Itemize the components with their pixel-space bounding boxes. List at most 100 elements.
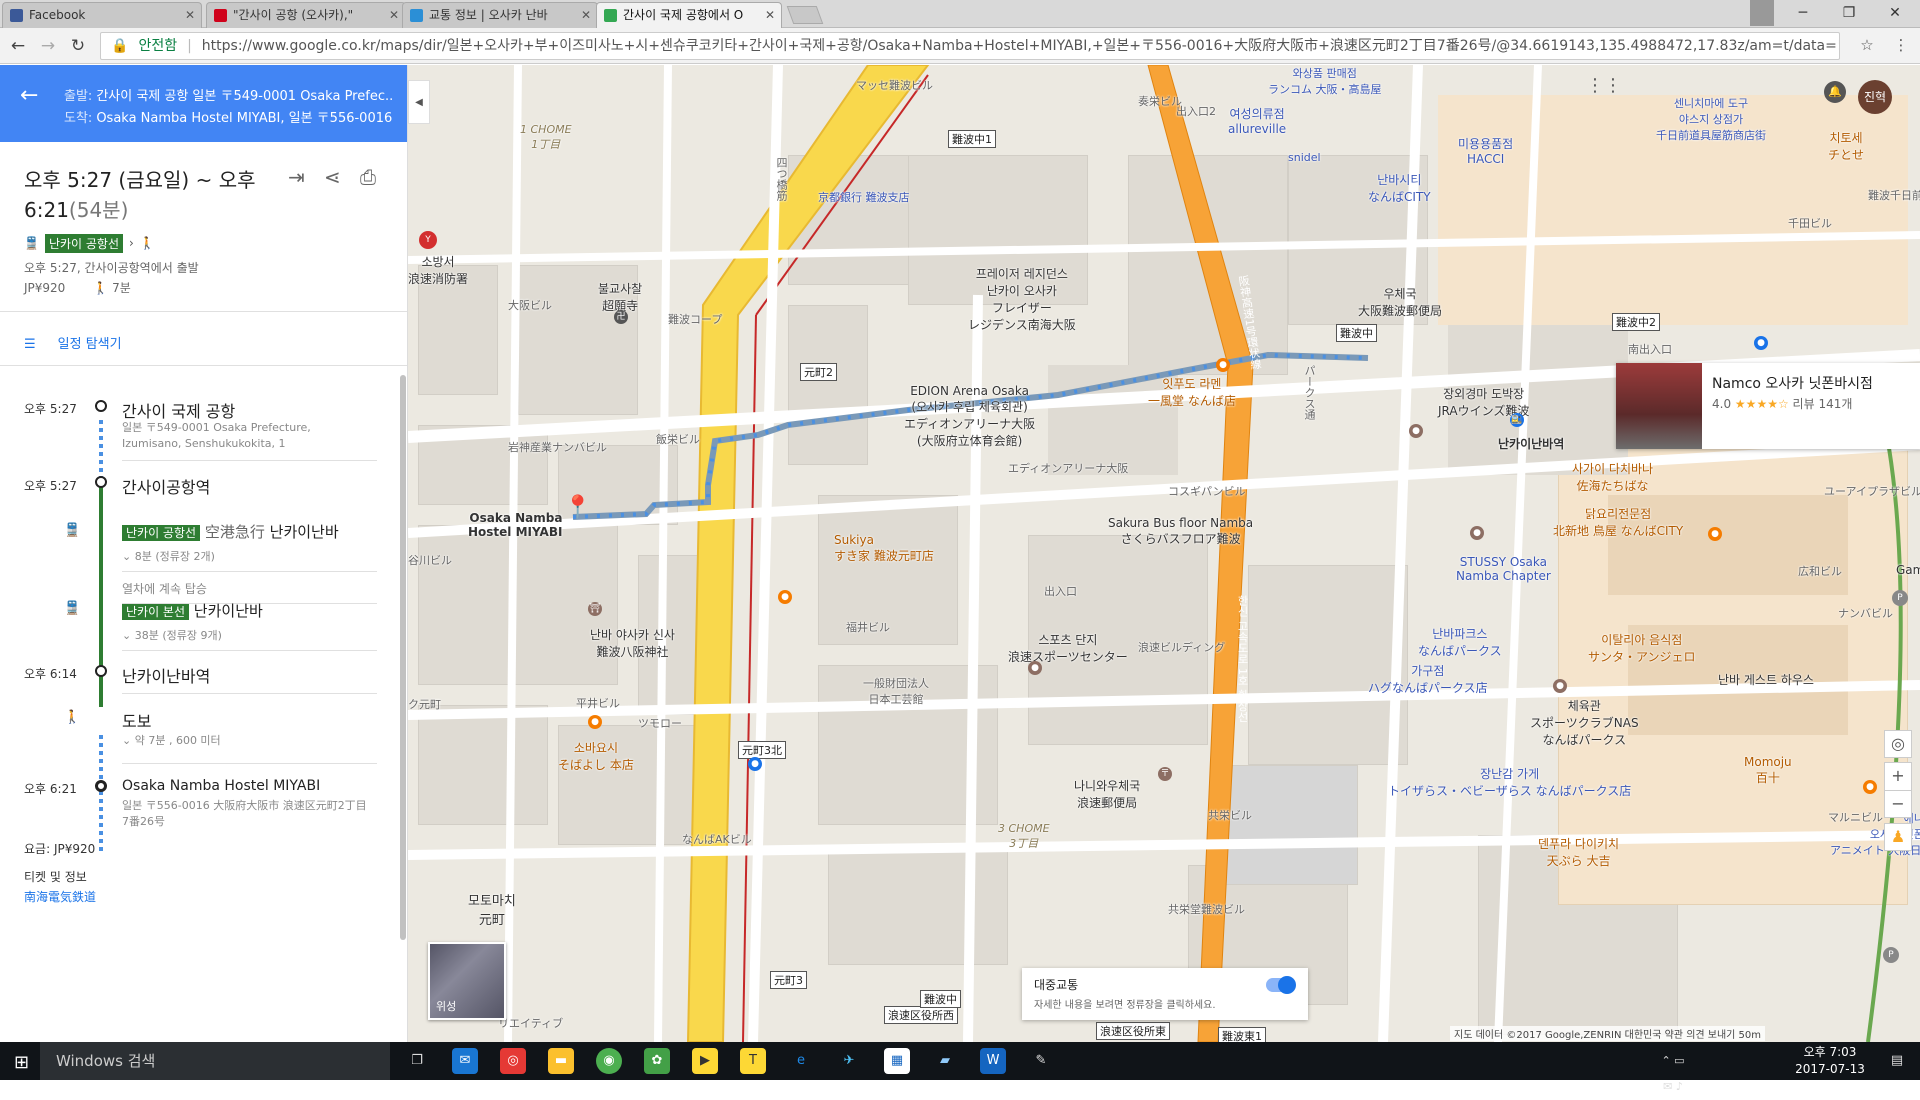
maximize-button[interactable]: ❐ (1826, 0, 1872, 26)
poi-maruni[interactable]: マルニビル (1828, 809, 1883, 825)
close-icon[interactable]: ✕ (389, 3, 399, 27)
panel-scrollbar[interactable] (400, 375, 406, 940)
parking-icon[interactable]: P (1892, 590, 1908, 606)
poi-allureville[interactable]: 여성의류점 allureville (1228, 105, 1286, 136)
poi-creative[interactable]: リエイティブ (498, 1015, 563, 1031)
talk-icon[interactable]: T (740, 1048, 766, 1074)
poi-toysrus[interactable]: 장난감 가게 トイザらス・ベビーザらス なんばパークス店 (1388, 765, 1631, 799)
stop-name[interactable]: Osaka Namba Hostel MIYABI (122, 778, 320, 794)
poi-temple[interactable]: 불교사찰 超願寺 (598, 280, 642, 314)
bird-icon[interactable]: ✈ (836, 1048, 862, 1074)
to-line[interactable]: 도착: Osaka Namba Hostel MIYABI, 일본 〒556-00… (64, 107, 394, 126)
poi-sukiya[interactable]: Sukiya すき家 難波元町店 (834, 533, 934, 564)
poi-tsumoro[interactable]: ツモロー (638, 715, 682, 731)
leg-stops[interactable]: ⌄ 38분 (정류장 9개) (122, 628, 372, 644)
transit-toggle[interactable] (1266, 976, 1296, 994)
media-icon[interactable]: ▶ (692, 1048, 718, 1074)
restaurant-icon[interactable]: ● (778, 590, 792, 604)
poi-hacci[interactable]: 미용용품점 HACCI (1458, 135, 1513, 166)
word-icon[interactable]: W (980, 1048, 1006, 1074)
profile-icon[interactable] (1750, 0, 1774, 26)
restaurant-icon[interactable]: ● (1216, 358, 1230, 372)
collapse-panel-button[interactable]: ◀ (408, 80, 430, 124)
itinerary-explorer-link[interactable]: ☰ 일정 탐색기 (24, 333, 122, 352)
shrine-icon[interactable]: ⛩ (588, 602, 602, 616)
poi-fukui[interactable]: 福井ビル (846, 619, 890, 635)
avatar[interactable]: 진혁 (1858, 80, 1892, 114)
poi-guesthouse[interactable]: 난바 게스트 하우스 (1718, 671, 1814, 688)
restaurant-icon[interactable]: ● (1863, 780, 1877, 794)
apps-icon[interactable]: ⋮⋮ (1586, 75, 1622, 96)
notification-icon[interactable]: ▤ (1884, 1048, 1910, 1074)
menu-icon[interactable]: ⋮ (1890, 34, 1912, 56)
poi-lancome[interactable]: 와상품 판매점 ランコム 大阪・高島屋 (1268, 65, 1382, 97)
station-label[interactable]: 난카이난바역 (1498, 435, 1564, 452)
tab-transport-info[interactable]: 교통 정보 | 오사카 난바 ✕ (402, 2, 598, 28)
sports-icon[interactable]: ● (1028, 661, 1042, 675)
new-tab-button[interactable] (786, 6, 824, 24)
send-to-phone-icon[interactable]: ⇥ (288, 165, 305, 189)
calculator-icon[interactable]: ▦ (884, 1048, 910, 1074)
reload-icon[interactable]: ↻ (66, 34, 90, 58)
poi-sobayoshi[interactable]: 소바요시 そばよし 本店 (558, 739, 634, 773)
paint-icon[interactable]: ✎ (1028, 1048, 1054, 1074)
poi-uai[interactable]: ユーアイプラザビル (1824, 483, 1920, 499)
place-card[interactable]: Namco 오사카 닛폰바시점 4.0 ★★★★☆ 리뷰 141개 (1616, 363, 1920, 449)
jra-icon[interactable]: ● (1409, 424, 1423, 438)
poi-post-namba[interactable]: 우체국 大阪難波郵便局 (1358, 285, 1442, 319)
poi-namba-sennichi[interactable]: 難波千日前 (1868, 187, 1920, 203)
bus-icon[interactable]: ● (1470, 526, 1484, 540)
taskbar-search[interactable]: Windows 검색 (40, 1042, 390, 1080)
zoom-out-button[interactable]: − (1884, 790, 1912, 818)
stop-name[interactable]: 간사이 국제 공항 (122, 398, 235, 422)
poi-nambacity[interactable]: 난바시티 なんばCITY (1368, 171, 1431, 205)
tab-yahoo[interactable]: "간사이 공항 (오사카)," ✕ (206, 2, 406, 28)
tray-icons[interactable]: ⌃ ▭ ✉ ♪ (1660, 1048, 1686, 1093)
poi-kowa[interactable]: 広和ビル (1798, 563, 1842, 579)
poi-hanei[interactable]: 飯栄ビル (656, 431, 700, 447)
poi-namba-coop[interactable]: 難波コープ (668, 311, 722, 327)
poi-gamers[interactable]: Gamers N (1896, 563, 1920, 577)
poi-snidel[interactable]: snidel (1288, 151, 1321, 164)
address-bar[interactable]: 🔒 안전함 | https://www.google.co.kr/maps/dir/일… (100, 32, 1840, 60)
windows-start-icon[interactable]: ⊞ (14, 1052, 29, 1073)
star-icon[interactable]: ☆ (1856, 34, 1878, 56)
poi-gym[interactable]: 체육관 スポーツクラブNAS なんばパークス (1530, 697, 1639, 748)
poi-torisho[interactable]: 닭요리전문점 北新地 鳥屋 なんばCITY (1553, 505, 1683, 539)
task-view-icon[interactable]: ❐ (404, 1048, 430, 1074)
pegman-icon[interactable]: ♟ (1884, 823, 1912, 851)
poi-tenpura[interactable]: 덴푸라 다이키치 天ぷら 大吉 (1538, 835, 1619, 869)
ticket-link[interactable]: 南海電気鉄道 (24, 888, 96, 905)
poi-yasaka[interactable]: 난바 야사카 신사 難波八阪神社 (590, 626, 675, 660)
poi-kyoto-bank[interactable]: 京都銀行 難波支店 (818, 189, 910, 205)
poi-stussy[interactable]: STUSSY Osaka Namba Chapter (1456, 555, 1551, 583)
folder-icon[interactable]: ▬ (548, 1048, 574, 1074)
bell-icon[interactable]: 🔔 (1824, 81, 1846, 103)
stop-name[interactable]: 간사이공항역 (122, 474, 210, 498)
poi-masse[interactable]: マッセ難波ビル (856, 77, 933, 93)
kakao-icon[interactable]: ✿ (644, 1048, 670, 1074)
poi-exit[interactable]: 出入口 (1044, 583, 1077, 599)
poi-exit2[interactable]: 出入口2 (1176, 103, 1216, 119)
notes-icon[interactable]: ▰ (932, 1048, 958, 1074)
poi-soei[interactable]: 奏栄ビル (1138, 93, 1182, 109)
poi-fire-station[interactable]: 소방서 浪速消防署 (408, 253, 468, 287)
poi-iwagami[interactable]: 岩神産業ナンバビル (508, 439, 607, 455)
poi-craft[interactable]: 一般財団法人 日本工芸館 (863, 675, 929, 707)
clock[interactable]: 오후 7:03 2017-07-13 (1790, 1044, 1870, 1078)
poi-ippudo[interactable]: 잇푸도 라멘 一風堂 なんば店 (1148, 375, 1236, 409)
close-icon[interactable]: ✕ (581, 3, 591, 27)
app-icon[interactable]: ◎ (500, 1048, 526, 1074)
poi-senda[interactable]: 千田ビル (1788, 215, 1832, 231)
print-icon[interactable]: ⎙ (360, 165, 376, 189)
walk-detail[interactable]: ⌄ 약 7분 , 600 미터 (122, 733, 372, 749)
leg-stops[interactable]: ⌄ 8분 (정류장 2개) (122, 549, 372, 565)
poi-south-exit[interactable]: 南出入口 (1628, 341, 1672, 357)
poi-kyoeido[interactable]: 共栄堂難波ビル (1168, 901, 1245, 917)
poi-ak[interactable]: なんばAKビル (682, 831, 752, 847)
from-line[interactable]: 출발: 간사이 국제 공항 일본 〒549-0001 Osaka Prefec..… (64, 85, 394, 104)
destination-pin-icon[interactable]: 📍 (564, 495, 591, 520)
poi-chitose[interactable]: 치토세 チとせ (1828, 129, 1864, 163)
fire-icon[interactable]: Y (419, 231, 437, 249)
forward-icon[interactable]: → (36, 34, 60, 58)
